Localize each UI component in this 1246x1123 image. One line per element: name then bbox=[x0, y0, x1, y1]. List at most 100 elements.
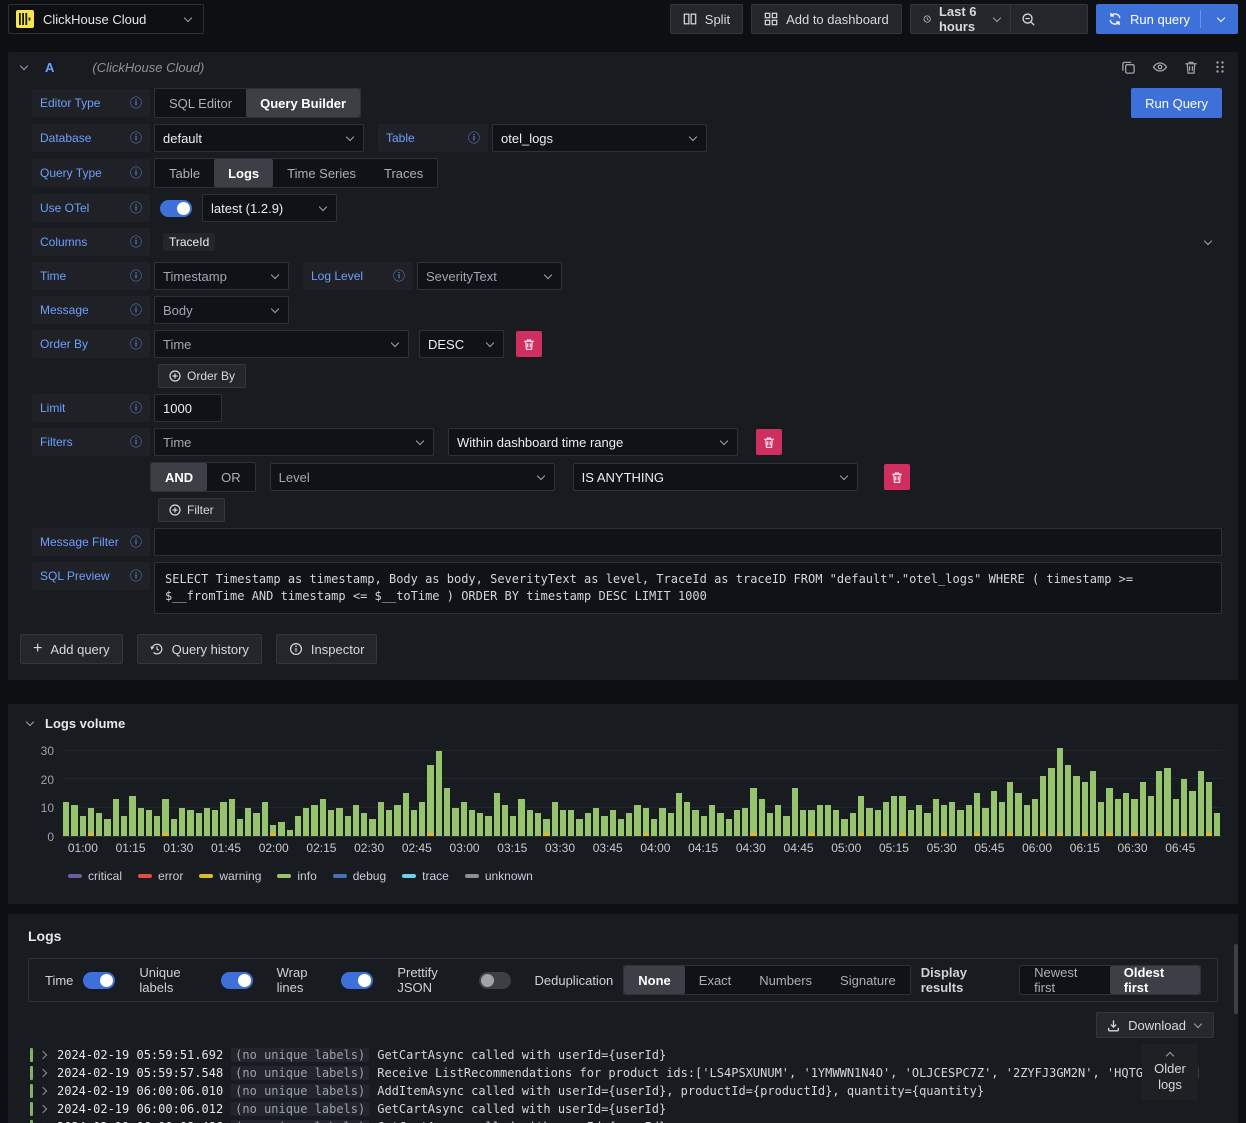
limit-input[interactable] bbox=[154, 394, 222, 422]
collapse-panel-icon[interactable] bbox=[26, 719, 35, 728]
bar[interactable] bbox=[120, 745, 128, 836]
legend-item-warning[interactable]: warning bbox=[199, 869, 261, 883]
log-row[interactable]: 2024-02-19 05:59:57.548 (no unique labels… bbox=[30, 1064, 1218, 1082]
bar[interactable] bbox=[1040, 745, 1047, 836]
logs-volume-header[interactable]: Logs volume bbox=[24, 714, 1222, 745]
bar[interactable] bbox=[377, 745, 384, 836]
bar[interactable] bbox=[460, 745, 467, 836]
remove-order-by-button[interactable] bbox=[516, 331, 542, 357]
bar[interactable] bbox=[700, 745, 707, 836]
bar[interactable] bbox=[1073, 745, 1080, 836]
bar[interactable] bbox=[286, 745, 293, 836]
info-icon[interactable]: ⓘ bbox=[130, 97, 142, 109]
option-and[interactable]: AND bbox=[151, 463, 208, 491]
bar[interactable] bbox=[973, 745, 981, 836]
bar[interactable] bbox=[294, 745, 302, 836]
bar[interactable] bbox=[957, 745, 964, 836]
bar[interactable] bbox=[601, 745, 608, 836]
bar[interactable] bbox=[940, 745, 948, 836]
bar[interactable] bbox=[518, 745, 525, 836]
bar[interactable] bbox=[1214, 745, 1221, 836]
bar[interactable] bbox=[982, 745, 989, 836]
bar[interactable] bbox=[427, 745, 434, 836]
bar[interactable] bbox=[584, 745, 591, 836]
option-query-builder[interactable]: Query Builder bbox=[246, 89, 361, 117]
bar[interactable] bbox=[212, 745, 219, 836]
bar[interactable] bbox=[154, 745, 161, 836]
option-logs[interactable]: Logs bbox=[214, 159, 274, 187]
option-newest-first[interactable]: Newest first bbox=[1020, 966, 1110, 994]
bar[interactable] bbox=[949, 745, 956, 836]
bar[interactable] bbox=[443, 745, 451, 836]
bar[interactable] bbox=[1056, 745, 1064, 836]
bar[interactable] bbox=[419, 745, 426, 836]
bar[interactable] bbox=[1205, 745, 1213, 836]
bar[interactable] bbox=[692, 745, 699, 836]
bar[interactable] bbox=[800, 745, 807, 836]
bar[interactable] bbox=[79, 745, 86, 836]
bar[interactable] bbox=[684, 745, 691, 836]
bar[interactable] bbox=[328, 745, 335, 836]
remove-filter-button[interactable] bbox=[756, 429, 782, 455]
bar[interactable] bbox=[609, 745, 616, 836]
add-query-button[interactable]: + Add query bbox=[20, 634, 123, 664]
bar[interactable] bbox=[907, 745, 914, 836]
bar[interactable] bbox=[915, 745, 923, 836]
time-range-button[interactable]: Last 6 hours bbox=[911, 4, 1010, 34]
bar[interactable] bbox=[858, 745, 865, 836]
remove-query-trash-icon[interactable] bbox=[1184, 60, 1198, 75]
bar[interactable] bbox=[203, 745, 211, 836]
bar[interactable] bbox=[1031, 745, 1039, 836]
expand-log-row-icon[interactable] bbox=[41, 1105, 49, 1114]
duplicate-query-icon[interactable] bbox=[1121, 60, 1136, 75]
download-button[interactable]: Download bbox=[1096, 1012, 1214, 1038]
log-row[interactable]: 2024-02-19 06:00:06.010 (no unique labels… bbox=[30, 1082, 1218, 1100]
log-row[interactable]: 2024-02-19 06:00:08.486(no unique labels… bbox=[30, 1118, 1218, 1123]
expand-log-row-icon[interactable] bbox=[41, 1087, 49, 1096]
logs-volume-plot[interactable] bbox=[62, 745, 1222, 837]
info-icon[interactable]: ⓘ bbox=[130, 304, 142, 316]
message-filter-input[interactable] bbox=[154, 528, 1222, 556]
bar[interactable] bbox=[659, 745, 666, 836]
remove-filter2-button[interactable] bbox=[883, 464, 910, 490]
info-icon[interactable]: ⓘ bbox=[130, 202, 142, 214]
inspector-button[interactable]: Inspector bbox=[275, 634, 378, 664]
expand-log-row-icon[interactable] bbox=[41, 1069, 49, 1078]
info-icon[interactable]: ⓘ bbox=[130, 570, 142, 582]
filter2-operator-select[interactable]: IS ANYTHING bbox=[572, 463, 858, 491]
bar[interactable] bbox=[452, 745, 459, 836]
bar[interactable] bbox=[63, 745, 70, 836]
bar[interactable] bbox=[551, 745, 558, 836]
message-column-select[interactable]: Body bbox=[154, 296, 289, 324]
collapse-query-icon[interactable] bbox=[20, 63, 29, 72]
bar[interactable] bbox=[626, 745, 633, 836]
bar[interactable] bbox=[1114, 745, 1121, 836]
bar[interactable] bbox=[742, 745, 749, 836]
use-otel-toggle[interactable] bbox=[160, 199, 192, 217]
option-exact[interactable]: Exact bbox=[685, 966, 746, 994]
bar[interactable] bbox=[990, 745, 997, 836]
bar[interactable] bbox=[998, 745, 1006, 836]
bar[interactable] bbox=[1106, 745, 1113, 836]
bar[interactable] bbox=[593, 745, 600, 836]
bar[interactable] bbox=[278, 745, 285, 836]
bar[interactable] bbox=[750, 745, 757, 836]
info-icon[interactable]: ⓘ bbox=[393, 270, 405, 282]
bar[interactable] bbox=[220, 745, 227, 836]
bar[interactable] bbox=[104, 745, 111, 836]
info-icon[interactable]: ⓘ bbox=[468, 132, 480, 144]
legend-item-trace[interactable]: trace bbox=[402, 869, 449, 883]
bar[interactable] bbox=[758, 745, 765, 836]
info-icon[interactable]: ⓘ bbox=[130, 402, 142, 414]
bar[interactable] bbox=[642, 745, 649, 836]
bar[interactable] bbox=[708, 745, 716, 836]
bar[interactable] bbox=[535, 745, 542, 836]
bar[interactable] bbox=[270, 745, 277, 836]
bar[interactable] bbox=[1065, 745, 1072, 836]
bar[interactable] bbox=[775, 745, 782, 836]
bar[interactable] bbox=[1048, 745, 1055, 836]
unique-labels-toggle[interactable] bbox=[220, 971, 253, 989]
time-toggle[interactable] bbox=[83, 971, 116, 989]
bar[interactable] bbox=[245, 745, 252, 836]
zoom-out-time-button[interactable] bbox=[1009, 5, 1087, 33]
